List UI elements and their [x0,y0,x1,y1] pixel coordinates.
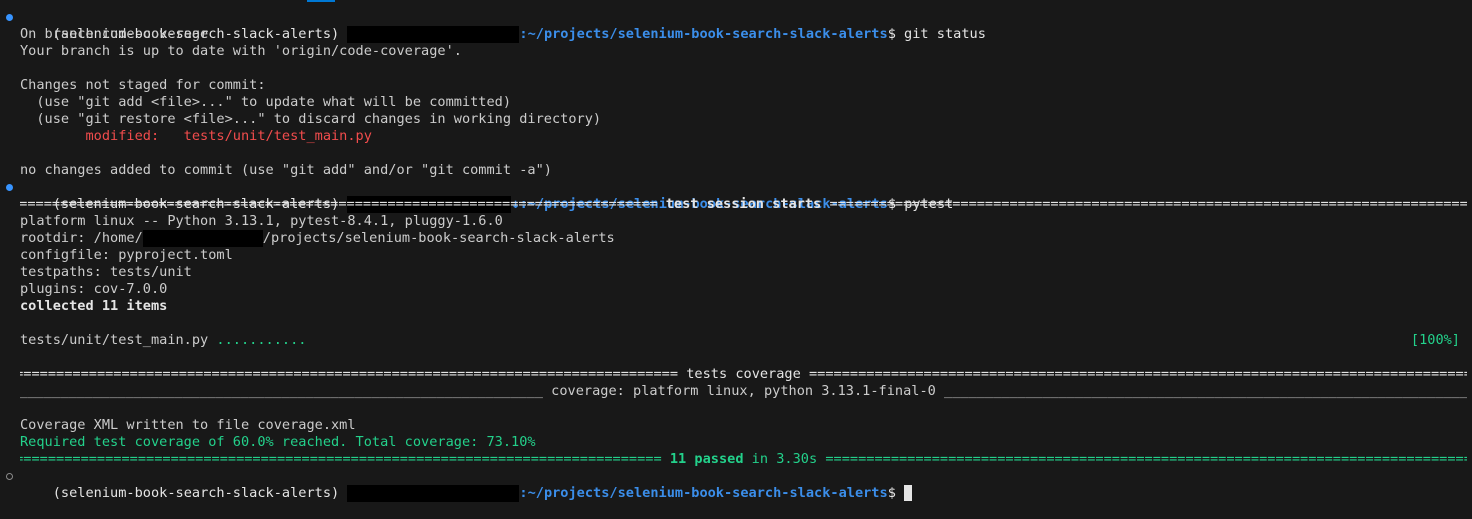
rootdir-line: rootdir: /home//projects/selenium-book-s… [20,230,615,247]
scroll-indicator [307,0,335,2]
prompt-symbol: $ [887,485,896,501]
command-success-dot-icon[interactable] [6,14,13,21]
redacted-username [142,230,263,247]
session-header-text: test session starts [657,196,830,212]
test-percent: [100%] [1410,332,1460,348]
session-header-rule: ========================================… [20,196,1467,212]
output-line: (use "git add <file>..." to update what … [20,94,512,110]
output-line: On branch code-coverage [20,26,209,42]
test-result-line: tests/unit/test_main.py ........... [100%… [20,332,1460,348]
prompt-path: :~/projects/selenium-book-search-slack-a… [519,485,888,501]
testpaths-line: testpaths: tests/unit [20,264,192,280]
modified-file-line: modified: tests/unit/test_main.py [20,128,372,144]
coverage-xml-line: Coverage XML written to file coverage.xm… [20,417,356,433]
plugins-line: plugins: cov-7.0.0 [20,281,168,297]
prompt-line-3[interactable]: (selenium-book-search-slack-alerts) :~/p… [0,468,1472,502]
command-pending-dot-icon [6,473,13,480]
summary-time: in 3.30s [743,451,826,467]
summary-rule: ========================================… [20,451,1467,467]
prompt-line-1: (selenium-book-search-slack-alerts) :~/p… [0,9,1472,43]
output-line: Your branch is up to date with 'origin/c… [20,43,462,59]
coverage-subheader-text: coverage: platform linux, python 3.13.1-… [542,383,945,399]
test-dots: ........... [216,332,307,348]
configfile-line: configfile: pyproject.toml [20,247,233,263]
coverage-header-text: tests coverage [678,366,809,382]
output-line: (use "git restore <file>..." to discard … [20,111,602,127]
coverage-subheader-rule: ________________________________________… [20,383,1467,399]
redacted-hostname [347,485,520,502]
coverage-required-line: Required test coverage of 60.0% reached.… [20,434,536,450]
text-cursor[interactable] [904,485,913,501]
coverage-header-rule: ========================================… [20,366,1468,382]
prompt-line-2: (selenium-book-search-slack-alerts) ↓:~/… [0,179,1472,213]
output-line: no changes added to commit (use "git add… [20,162,552,178]
terminal-output: (selenium-book-search-slack-alerts) :~/p… [0,9,1472,502]
output-line: Changes not staged for commit: [20,77,266,93]
collected-line: collected 11 items [20,298,168,314]
venv-label: (selenium-book-search-slack-alerts) [52,485,340,501]
summary-passed: 11 passed [661,451,744,467]
platform-line: platform linux -- Python 3.13.1, pytest-… [20,213,503,229]
command-success-dot-icon[interactable] [6,184,13,191]
